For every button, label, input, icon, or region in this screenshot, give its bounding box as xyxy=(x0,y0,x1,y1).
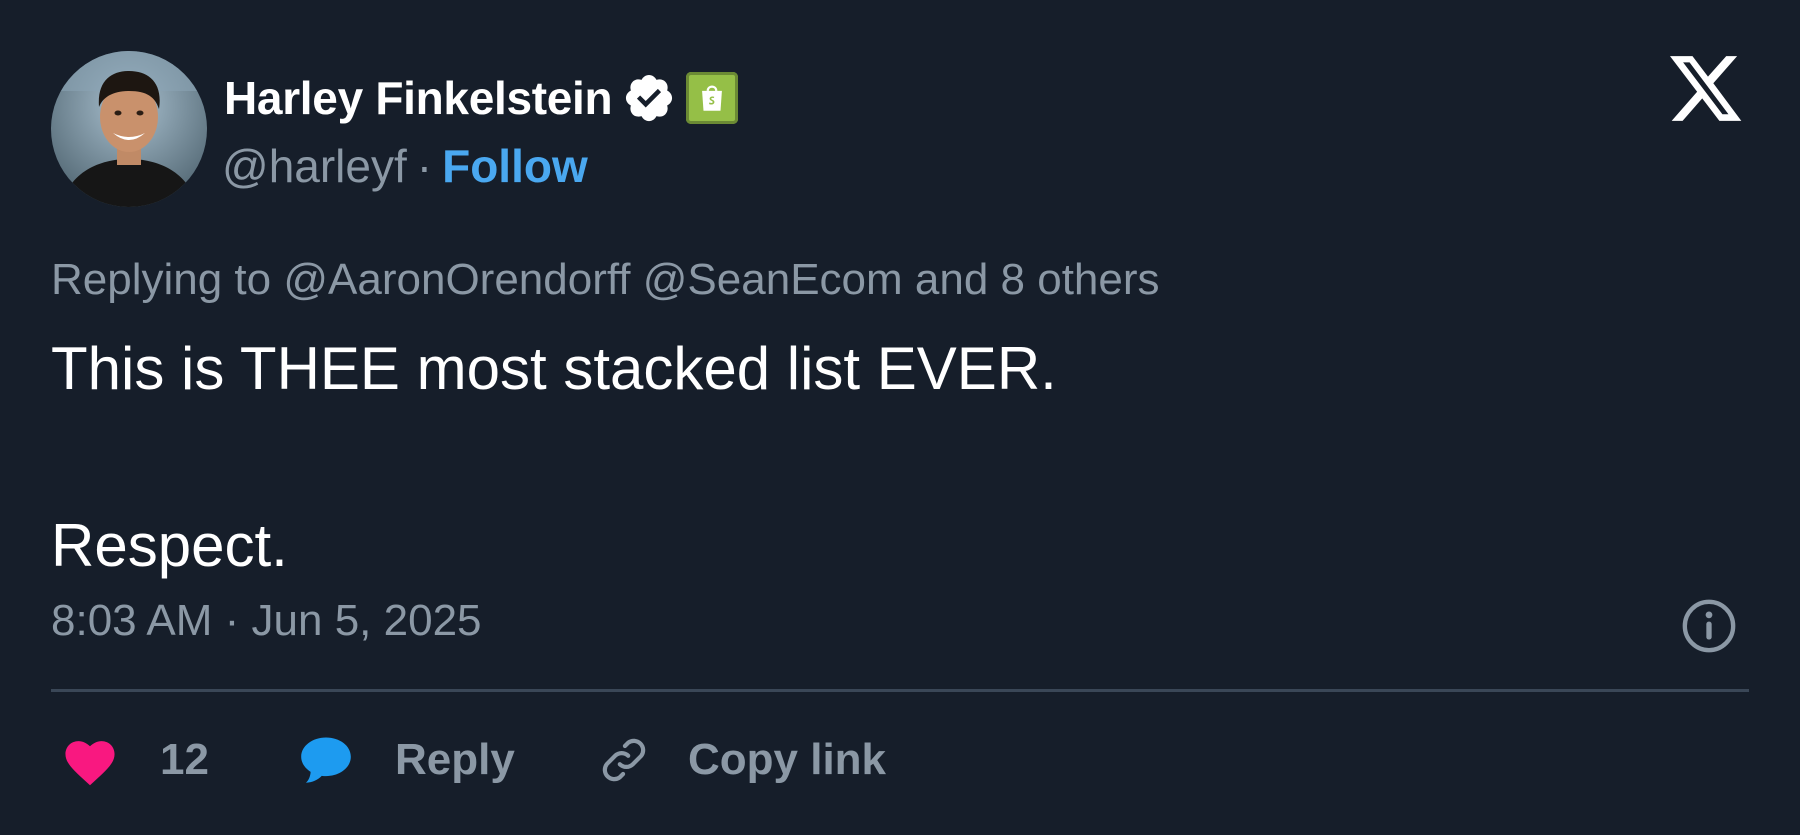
follow-button[interactable]: Follow xyxy=(442,139,588,193)
tweet-timestamp[interactable]: 8:03 AM · Jun 5, 2025 xyxy=(51,596,482,646)
divider xyxy=(51,689,1749,692)
verified-badge-icon xyxy=(626,74,673,122)
others-link[interactable]: and 8 others xyxy=(915,255,1160,304)
reply-bubble-icon xyxy=(301,737,351,783)
tweet-line: This is THEE most stacked list EVER. xyxy=(51,335,1057,402)
reply-label: Reply xyxy=(395,735,515,784)
tweet-text: This is THEE most stacked list EVER. Res… xyxy=(51,332,1057,583)
author-handle[interactable]: @harleyf xyxy=(222,139,407,193)
copy-link-label: Copy link xyxy=(688,735,887,784)
tweet-paragraph-gap xyxy=(51,406,1057,509)
heart-icon xyxy=(65,741,115,786)
shopify-bag-icon xyxy=(702,85,723,111)
author-handle-row: @harleyf · Follow xyxy=(222,136,588,196)
like-count: 12 xyxy=(160,735,209,784)
avatar[interactable] xyxy=(51,51,207,207)
mention-link[interactable]: @SeanEcom xyxy=(643,255,903,304)
author-display-name[interactable]: Harley Finkelstein xyxy=(224,71,613,125)
shopify-affiliate-badge[interactable] xyxy=(686,72,739,124)
mention-link[interactable]: @AaronOrendorff xyxy=(283,255,630,304)
like-button[interactable]: 12 xyxy=(60,730,209,790)
copy-link-button[interactable]: Copy link xyxy=(596,730,886,790)
handle-separator: · xyxy=(416,140,433,192)
tweet-card: Harley Finkelstein @harleyf · Follow Rep… xyxy=(0,0,1800,835)
author-name-row: Harley Finkelstein xyxy=(224,68,739,128)
link-icon xyxy=(602,738,646,782)
replying-to-line: Replying to @AaronOrendorff @SeanEcom an… xyxy=(51,255,1160,305)
tweet-line: Respect. xyxy=(51,512,288,579)
reply-button[interactable]: Reply xyxy=(297,730,515,790)
x-logo-icon[interactable] xyxy=(1670,56,1744,124)
info-icon[interactable] xyxy=(1680,597,1738,655)
replying-prefix: Replying to xyxy=(51,255,272,304)
